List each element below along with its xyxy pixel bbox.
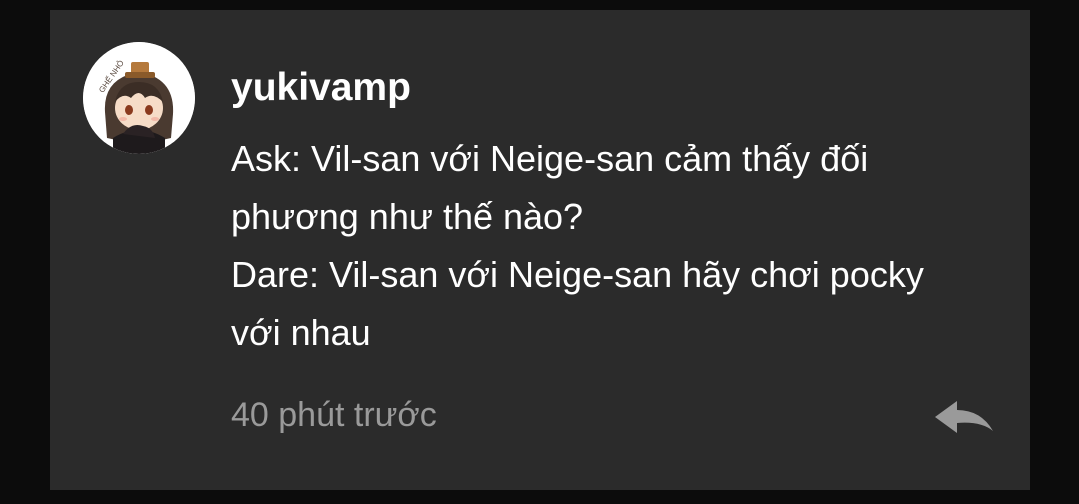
avatar-image: GHẾ NHỎ — [83, 42, 195, 154]
comment-card: GHẾ NHỎ yukivamp Ask: Vil-san với Neige-… — [50, 10, 1030, 490]
comment-text-line: Dare: Vil-san với Neige-san hãy chơi poc… — [231, 254, 924, 295]
timestamp: 40 phút trước — [231, 396, 437, 434]
comment-text-line: với nhau — [231, 312, 371, 353]
username[interactable]: yukivamp — [231, 62, 411, 114]
comment-text-line: phương như thế nào? — [231, 196, 584, 237]
comment-text: Ask: Vil-san với Neige-san cảm thấy đối … — [231, 130, 1021, 362]
reply-arrow-icon — [935, 401, 993, 433]
comment-text-line: Ask: Vil-san với Neige-san cảm thấy đối — [231, 138, 869, 179]
avatar[interactable]: GHẾ NHỎ — [83, 42, 195, 154]
reply-button[interactable] — [932, 397, 996, 437]
